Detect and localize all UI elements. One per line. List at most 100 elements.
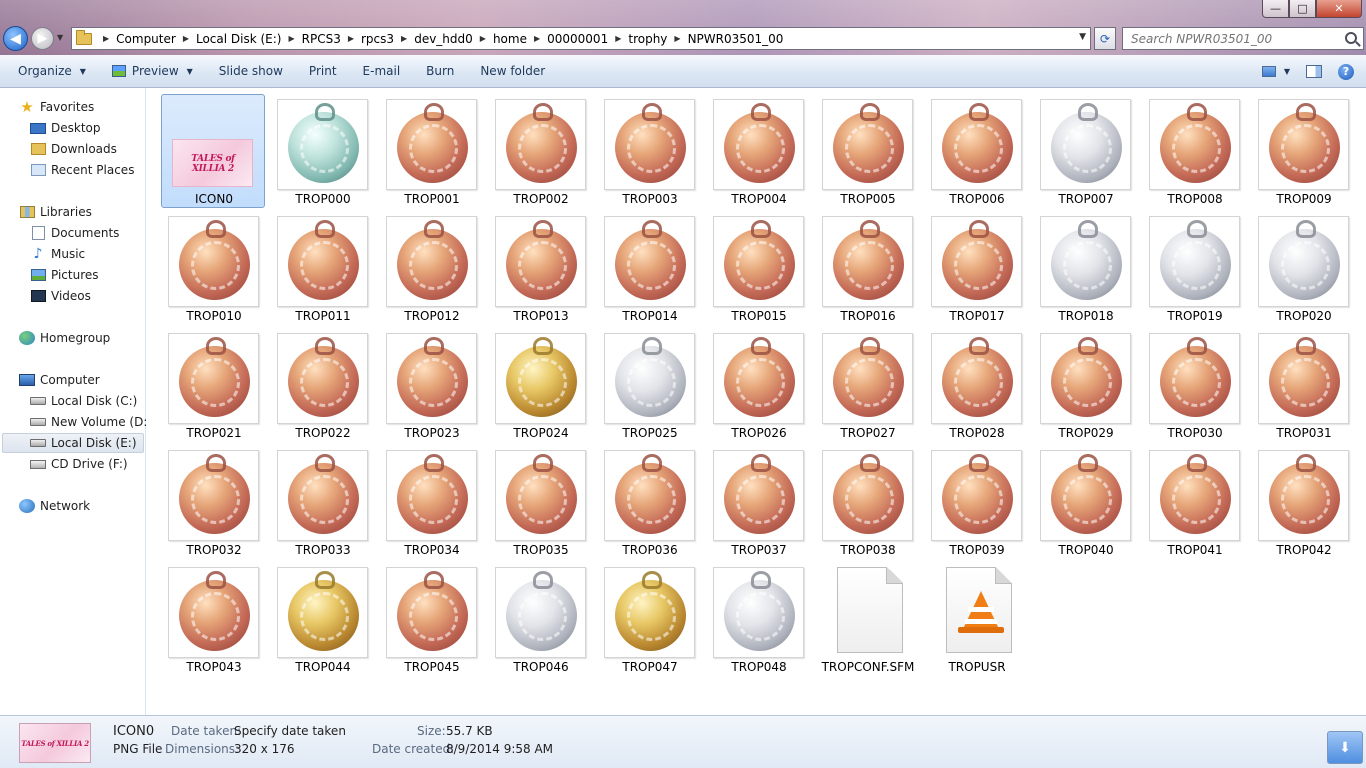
details-expand-button[interactable]: ⬇ [1327,731,1363,764]
file-item[interactable]: TROP016 [815,211,919,325]
file-item[interactable]: TROP041 [1142,445,1246,559]
address-dropdown-icon[interactable]: ▼ [1079,32,1086,42]
nav-cd-drive-f[interactable]: CD Drive (F:) [30,454,128,474]
back-button[interactable]: ◀ [3,26,28,51]
file-item[interactable]: TROP044 [270,562,374,676]
date-taken-value[interactable]: Specify date taken [234,724,346,738]
file-item[interactable]: TROP023 [379,328,483,442]
file-item[interactable]: TROP024 [488,328,592,442]
file-item[interactable]: TROP006 [924,94,1028,208]
nav-desktop[interactable]: Desktop [30,118,101,138]
file-item[interactable]: TALES of XILLIA 2 ICON0 [161,94,265,208]
file-item[interactable]: TROP039 [924,445,1028,559]
chevron-right-icon[interactable]: ▶ [288,34,294,43]
breadcrumb-trophy[interactable]: trophy [628,32,667,46]
file-item[interactable]: TROP043 [161,562,265,676]
nav-recent-places[interactable]: Recent Places [30,160,134,180]
file-item[interactable]: TROP028 [924,328,1028,442]
address-bar[interactable]: ▶ Computer ▶ Local Disk (E:) ▶ RPCS3 ▶ r… [71,27,1091,50]
file-item[interactable]: TROP025 [597,328,701,442]
nav-music[interactable]: ♪ Music [30,244,86,264]
new-folder-button[interactable]: New folder [467,55,558,87]
nav-local-disk-e[interactable]: Local Disk (E:) [2,433,144,453]
chevron-right-icon[interactable]: ▶ [183,34,189,43]
file-item[interactable]: TROP014 [597,211,701,325]
file-item[interactable]: TROP009 [1251,94,1355,208]
file-item[interactable]: TROP037 [706,445,810,559]
file-item[interactable]: TROP030 [1142,328,1246,442]
preview-pane-icon[interactable] [1306,65,1322,78]
file-item[interactable]: TROP038 [815,445,919,559]
file-item[interactable]: TROP033 [270,445,374,559]
file-item[interactable]: TROP018 [1033,211,1137,325]
file-item[interactable]: TROP011 [270,211,374,325]
nav-new-volume-d[interactable]: New Volume (D:) [30,412,152,432]
breadcrumb-computer[interactable]: Computer [116,32,176,46]
file-item[interactable]: TROP002 [488,94,592,208]
file-item[interactable]: TROP029 [1033,328,1137,442]
email-button[interactable]: E-mail [350,55,414,87]
chevron-down-icon[interactable]: ▼ [1284,67,1290,76]
search-input[interactable] [1123,28,1333,49]
file-item[interactable]: TROP005 [815,94,919,208]
breadcrumb-dev-hdd0[interactable]: dev_hdd0 [414,32,473,46]
file-item[interactable]: TROP021 [161,328,265,442]
recent-pages-dropdown[interactable]: ▼ [57,33,63,42]
nav-favorites[interactable]: ★ Favorites [19,97,94,117]
file-item[interactable]: TROP010 [161,211,265,325]
chevron-right-icon[interactable]: ▶ [615,34,621,43]
minimize-button[interactable]: — [1262,0,1289,18]
maximize-button[interactable]: □ [1289,0,1316,18]
print-button[interactable]: Print [296,55,350,87]
nav-documents[interactable]: Documents [30,223,119,243]
nav-network[interactable]: Network [19,496,90,516]
help-icon[interactable]: ? [1338,63,1354,80]
organize-menu[interactable]: Organize ▼ [0,55,99,87]
preview-menu[interactable]: Preview ▼ [99,55,206,87]
nav-libraries[interactable]: Libraries [19,202,92,222]
breadcrumb-rpcs3-lower[interactable]: rpcs3 [361,32,394,46]
burn-button[interactable]: Burn [413,55,467,87]
file-item[interactable]: TROPUSR [924,562,1028,676]
file-item[interactable]: TROP034 [379,445,483,559]
file-item[interactable]: TROP000 [270,94,374,208]
breadcrumb-rpcs3[interactable]: RPCS3 [302,32,341,46]
forward-button[interactable]: ▶ [31,27,54,50]
file-item[interactable]: TROP012 [379,211,483,325]
file-item[interactable]: TROP020 [1251,211,1355,325]
nav-local-disk-c[interactable]: Local Disk (C:) [30,391,137,411]
file-item[interactable]: TROP003 [597,94,701,208]
file-item[interactable]: TROP047 [597,562,701,676]
change-view-icon[interactable] [1261,66,1276,77]
chevron-right-icon[interactable]: ▶ [480,34,486,43]
file-item[interactable]: TROP036 [597,445,701,559]
breadcrumb-local-disk-e[interactable]: Local Disk (E:) [196,32,282,46]
chevron-right-icon[interactable]: ▶ [348,34,354,43]
breadcrumb-current-folder[interactable]: NPWR03501_00 [688,32,784,46]
file-item[interactable]: TROP007 [1033,94,1137,208]
nav-downloads[interactable]: Downloads [30,139,117,159]
file-item[interactable]: TROP022 [270,328,374,442]
nav-homegroup[interactable]: Homegroup [19,328,110,348]
file-item[interactable]: TROP001 [379,94,483,208]
slideshow-button[interactable]: Slide show [206,55,296,87]
file-item[interactable]: TROP013 [488,211,592,325]
file-item[interactable]: TROP026 [706,328,810,442]
file-item[interactable]: TROP035 [488,445,592,559]
file-item[interactable]: TROP045 [379,562,483,676]
file-item[interactable]: TROPCONF.SFM [815,562,919,676]
file-item[interactable]: TROP031 [1251,328,1355,442]
close-button[interactable]: ✕ [1316,0,1362,18]
file-item[interactable]: TROP048 [706,562,810,676]
nav-computer[interactable]: Computer [19,370,100,390]
breadcrumb-home[interactable]: home [493,32,527,46]
breadcrumb-user[interactable]: 00000001 [547,32,608,46]
refresh-button[interactable]: ⟳ [1094,27,1116,50]
chevron-right-icon[interactable]: ▶ [674,34,680,43]
chevron-right-icon[interactable]: ▶ [534,34,540,43]
file-item[interactable]: TROP004 [706,94,810,208]
chevron-right-icon[interactable]: ▶ [401,34,407,43]
file-item[interactable]: TROP040 [1033,445,1137,559]
file-item[interactable]: TROP017 [924,211,1028,325]
file-item[interactable]: TROP046 [488,562,592,676]
